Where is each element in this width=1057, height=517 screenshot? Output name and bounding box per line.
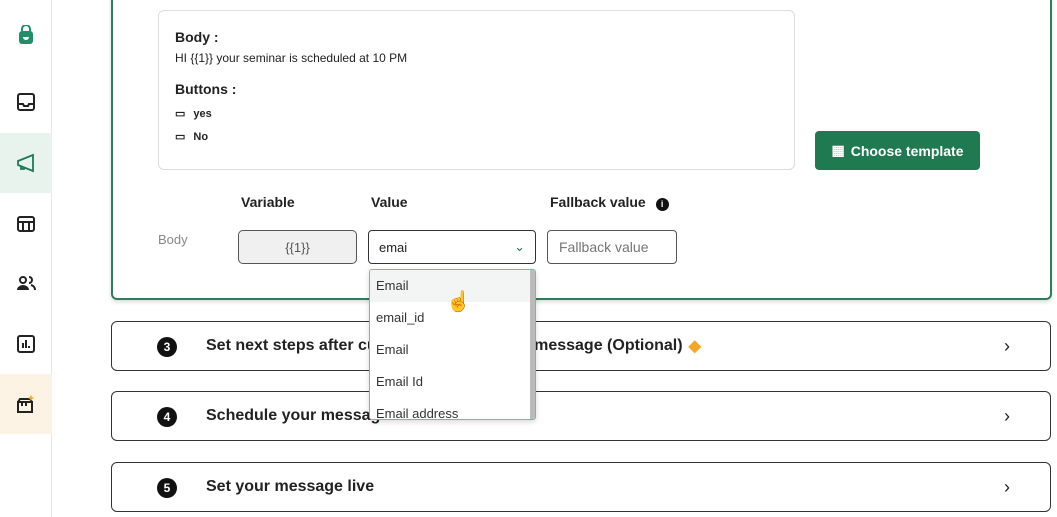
template-icon: ▦ — [831, 142, 845, 158]
hand-cursor-icon: ☝ — [446, 291, 471, 313]
reply-icon: ▭ — [175, 108, 186, 120]
body-label: Body : — [175, 29, 219, 45]
preview-button-no: ▭ No — [175, 130, 209, 144]
dropdown-option[interactable]: Email — [370, 334, 535, 366]
sidebar-item-campaigns[interactable] — [0, 133, 52, 193]
chevron-right-icon: › — [1004, 336, 1010, 356]
dropdown-option[interactable]: Email address — [370, 398, 535, 419]
info-icon[interactable]: i — [655, 198, 669, 211]
megaphone-icon — [17, 153, 34, 173]
sidebar-item-store[interactable] — [0, 374, 52, 434]
reply-icon: ▭ — [175, 131, 186, 143]
value-select[interactable]: emai ⌄ — [368, 230, 536, 264]
store-sparkle-icon — [17, 395, 34, 413]
fallback-input[interactable] — [547, 230, 677, 264]
sidebar-item-contacts[interactable] — [0, 254, 52, 314]
template-preview: Body : HI {{1}} your seminar is schedule… — [158, 10, 795, 170]
inbox-icon — [17, 93, 35, 111]
shopping-bag-icon — [19, 25, 33, 44]
analytics-icon — [17, 335, 35, 353]
sidebar — [0, 0, 52, 517]
chevron-right-icon: › — [1004, 406, 1010, 426]
chevron-down-icon: ⌄ — [514, 239, 525, 254]
step-3-accordion[interactable]: 3Set next steps after customers reply to… — [111, 321, 1051, 371]
row-label: Body — [158, 232, 188, 247]
preview-button-yes: ▭ yes — [175, 107, 212, 121]
sidebar-item-inbox[interactable] — [0, 72, 52, 132]
variable-field: {{1}} — [238, 230, 357, 264]
sidebar-item-templates[interactable] — [0, 194, 52, 254]
diamond-icon: ◆ — [688, 338, 701, 355]
value-header: Value — [371, 194, 408, 210]
step-4-accordion[interactable]: 4 Schedule your message › — [111, 391, 1051, 441]
sidebar-item-analytics[interactable] — [0, 314, 52, 374]
choose-template-button[interactable]: ▦ Choose template — [815, 131, 980, 170]
chevron-right-icon: › — [1004, 477, 1010, 497]
fallback-header: Fallback value i — [550, 194, 669, 211]
template-icon — [17, 216, 35, 232]
sidebar-item-home[interactable] — [0, 5, 52, 65]
buttons-label: Buttons : — [175, 81, 237, 97]
body-text: HI {{1}} your seminar is scheduled at 10… — [175, 51, 408, 65]
variable-header: Variable — [241, 194, 295, 210]
dropdown-option[interactable]: Email Id — [370, 366, 535, 398]
scrollbar[interactable] — [530, 270, 535, 419]
contacts-icon — [17, 276, 36, 291]
step-5-accordion[interactable]: 5 Set your message live › — [111, 462, 1051, 512]
